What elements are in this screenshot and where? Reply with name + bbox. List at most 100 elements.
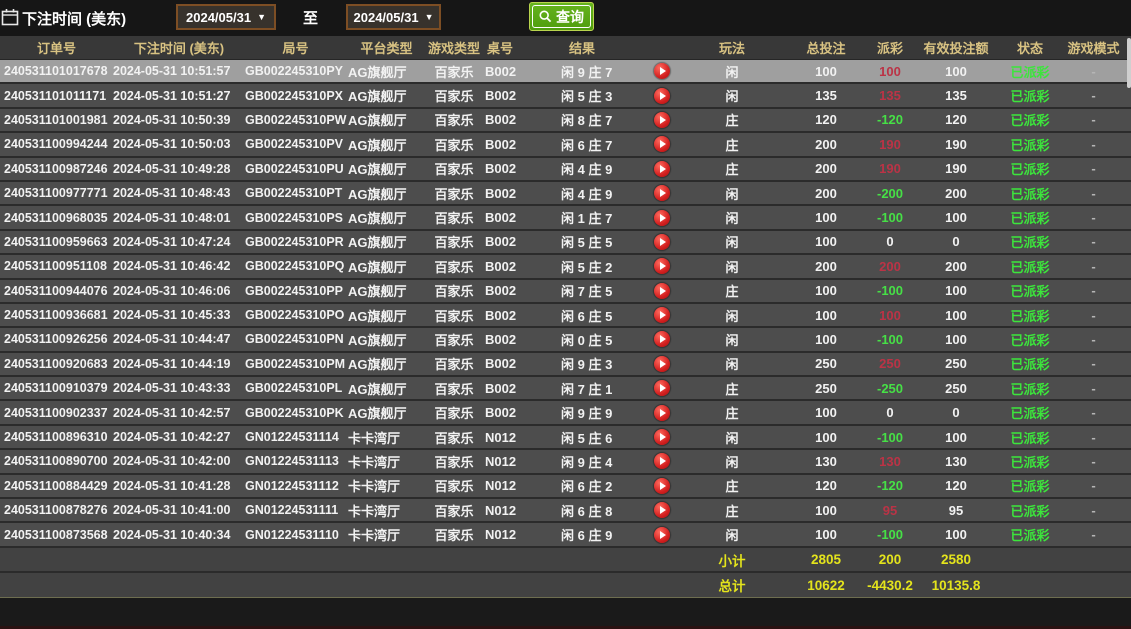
- cell-play-type: 闲: [684, 84, 780, 106]
- replay-video-icon[interactable]: [654, 258, 670, 274]
- cell-table-no: B002: [481, 60, 539, 82]
- replay-video-icon[interactable]: [654, 429, 670, 445]
- replay-video-icon[interactable]: [654, 63, 670, 79]
- table-row[interactable]: 2405311008735682024-05-31 10:40:34GN0122…: [0, 523, 1131, 547]
- cell-replay: [639, 182, 684, 204]
- cell-round-id: GB002245310PR: [245, 231, 346, 253]
- replay-video-icon[interactable]: [654, 502, 670, 518]
- cell-status: 已派彩: [1004, 523, 1056, 545]
- query-button[interactable]: 查询: [529, 2, 594, 31]
- cell-platform-type: AG旗舰厅: [346, 84, 427, 106]
- cell-payout: -200: [872, 182, 908, 204]
- replay-video-icon[interactable]: [654, 112, 670, 128]
- replay-video-icon[interactable]: [654, 356, 670, 372]
- cell-total-bet: 100: [780, 499, 872, 521]
- cell-total-bet: 120: [780, 475, 872, 497]
- table-row[interactable]: 2405311009596632024-05-31 10:47:24GB0022…: [0, 231, 1131, 255]
- table-row[interactable]: 2405311009440762024-05-31 10:46:06GB0022…: [0, 280, 1131, 304]
- cell-total-bet: 100: [780, 304, 872, 326]
- cell-bet-time: 2024-05-31 10:50:03: [113, 133, 245, 155]
- table-row[interactable]: 2405311009103792024-05-31 10:43:33GB0022…: [0, 377, 1131, 401]
- cell-play-type: 庄: [684, 499, 780, 521]
- cell-replay: [639, 231, 684, 253]
- cell-replay: [639, 377, 684, 399]
- cell-valid-bet: 135: [908, 84, 1004, 106]
- replay-video-icon[interactable]: [654, 405, 670, 421]
- table-row[interactable]: 2405311008907002024-05-31 10:42:00GN0122…: [0, 450, 1131, 474]
- cell-round-id: GB002245310PW: [245, 109, 346, 131]
- cell-platform-type: AG旗舰厅: [346, 328, 427, 350]
- cell-result: 闲 9 庄 9: [539, 401, 639, 423]
- replay-video-icon[interactable]: [654, 331, 670, 347]
- cell-game-mode: -: [1056, 450, 1131, 472]
- table-row[interactable]: 2405311009206832024-05-31 10:44:19GB0022…: [0, 353, 1131, 377]
- cell-replay: [639, 401, 684, 423]
- cell-bet-time: 2024-05-31 10:43:33: [113, 377, 245, 399]
- cell-status: 已派彩: [1004, 475, 1056, 497]
- cell-game-type: 百家乐: [427, 475, 481, 497]
- cell-table-no: B002: [481, 280, 539, 302]
- cell-status: 已派彩: [1004, 401, 1056, 423]
- cell-table-no: B002: [481, 401, 539, 423]
- cell-table-no: B002: [481, 231, 539, 253]
- cell-bet-time: 2024-05-31 10:51:57: [113, 60, 245, 82]
- cell-game-mode: -: [1056, 377, 1131, 399]
- replay-video-icon[interactable]: [654, 527, 670, 543]
- replay-video-icon[interactable]: [654, 380, 670, 396]
- replay-video-icon[interactable]: [654, 234, 670, 250]
- col-header-order-id: 订单号: [0, 36, 113, 59]
- replay-video-icon[interactable]: [654, 161, 670, 177]
- date-to-select[interactable]: 2024/05/31 ▼: [346, 4, 441, 30]
- table-row[interactable]: 2405311010111712024-05-31 10:51:27GB0022…: [0, 84, 1131, 108]
- cell-game-type: 百家乐: [427, 109, 481, 131]
- col-header-play-type: 玩法: [684, 36, 780, 59]
- cell-game-type: 百家乐: [427, 280, 481, 302]
- table-row[interactable]: 2405311009366812024-05-31 10:45:33GB0022…: [0, 304, 1131, 328]
- cell-valid-bet: 100: [908, 426, 1004, 448]
- table-row[interactable]: 2405311008963102024-05-31 10:42:27GN0122…: [0, 426, 1131, 450]
- replay-video-icon[interactable]: [654, 185, 670, 201]
- replay-video-icon[interactable]: [654, 210, 670, 226]
- cell-replay: [639, 475, 684, 497]
- cell-total-bet: 200: [780, 133, 872, 155]
- table-row[interactable]: 2405311009511082024-05-31 10:46:42GB0022…: [0, 255, 1131, 279]
- table-row[interactable]: 2405311009023372024-05-31 10:42:57GB0022…: [0, 401, 1131, 425]
- cell-order-id: 240531100873568: [0, 523, 113, 545]
- replay-video-icon[interactable]: [654, 88, 670, 104]
- cell-valid-bet: 250: [908, 377, 1004, 399]
- table-row[interactable]: 2405311009262562024-05-31 10:44:47GB0022…: [0, 328, 1131, 352]
- table-row[interactable]: 2405311010176782024-05-31 10:51:57GB0022…: [0, 60, 1131, 84]
- cell-payout: 250: [872, 353, 908, 375]
- cell-valid-bet: 100: [908, 206, 1004, 228]
- table-row[interactable]: 2405311008782762024-05-31 10:41:00GN0122…: [0, 499, 1131, 523]
- cell-game-mode: -: [1056, 475, 1131, 497]
- cell-status: 已派彩: [1004, 60, 1056, 82]
- replay-video-icon[interactable]: [654, 283, 670, 299]
- cell-total-bet: 100: [780, 328, 872, 350]
- table-row[interactable]: 2405311009872462024-05-31 10:49:28GB0022…: [0, 158, 1131, 182]
- replay-video-icon[interactable]: [654, 307, 670, 323]
- replay-video-icon[interactable]: [654, 453, 670, 469]
- cell-round-id: GB002245310PL: [245, 377, 346, 399]
- cell-payout: -100: [872, 523, 908, 545]
- vertical-scrollbar-thumb[interactable]: [1127, 38, 1131, 88]
- cell-valid-bet: 100: [908, 280, 1004, 302]
- subtotal-spacer: [0, 548, 684, 571]
- cell-game-type: 百家乐: [427, 304, 481, 326]
- date-from-select[interactable]: 2024/05/31 ▼: [176, 4, 276, 30]
- table-row[interactable]: 2405311010019812024-05-31 10:50:39GB0022…: [0, 109, 1131, 133]
- replay-video-icon[interactable]: [654, 478, 670, 494]
- cell-bet-time: 2024-05-31 10:44:19: [113, 353, 245, 375]
- cell-play-type: 庄: [684, 133, 780, 155]
- table-body: 2405311010176782024-05-31 10:51:57GB0022…: [0, 60, 1131, 548]
- replay-video-icon[interactable]: [654, 136, 670, 152]
- table-row[interactable]: 2405311008844292024-05-31 10:41:28GN0122…: [0, 475, 1131, 499]
- table-row[interactable]: 2405311009942442024-05-31 10:50:03GB0022…: [0, 133, 1131, 157]
- table-row[interactable]: 2405311009777712024-05-31 10:48:43GB0022…: [0, 182, 1131, 206]
- cell-result: 闲 6 庄 5: [539, 304, 639, 326]
- table-row[interactable]: 2405311009680352024-05-31 10:48:01GB0022…: [0, 206, 1131, 230]
- cell-status: 已派彩: [1004, 353, 1056, 375]
- cell-platform-type: AG旗舰厅: [346, 377, 427, 399]
- cell-payout: 135: [872, 84, 908, 106]
- cell-play-type: 庄: [684, 475, 780, 497]
